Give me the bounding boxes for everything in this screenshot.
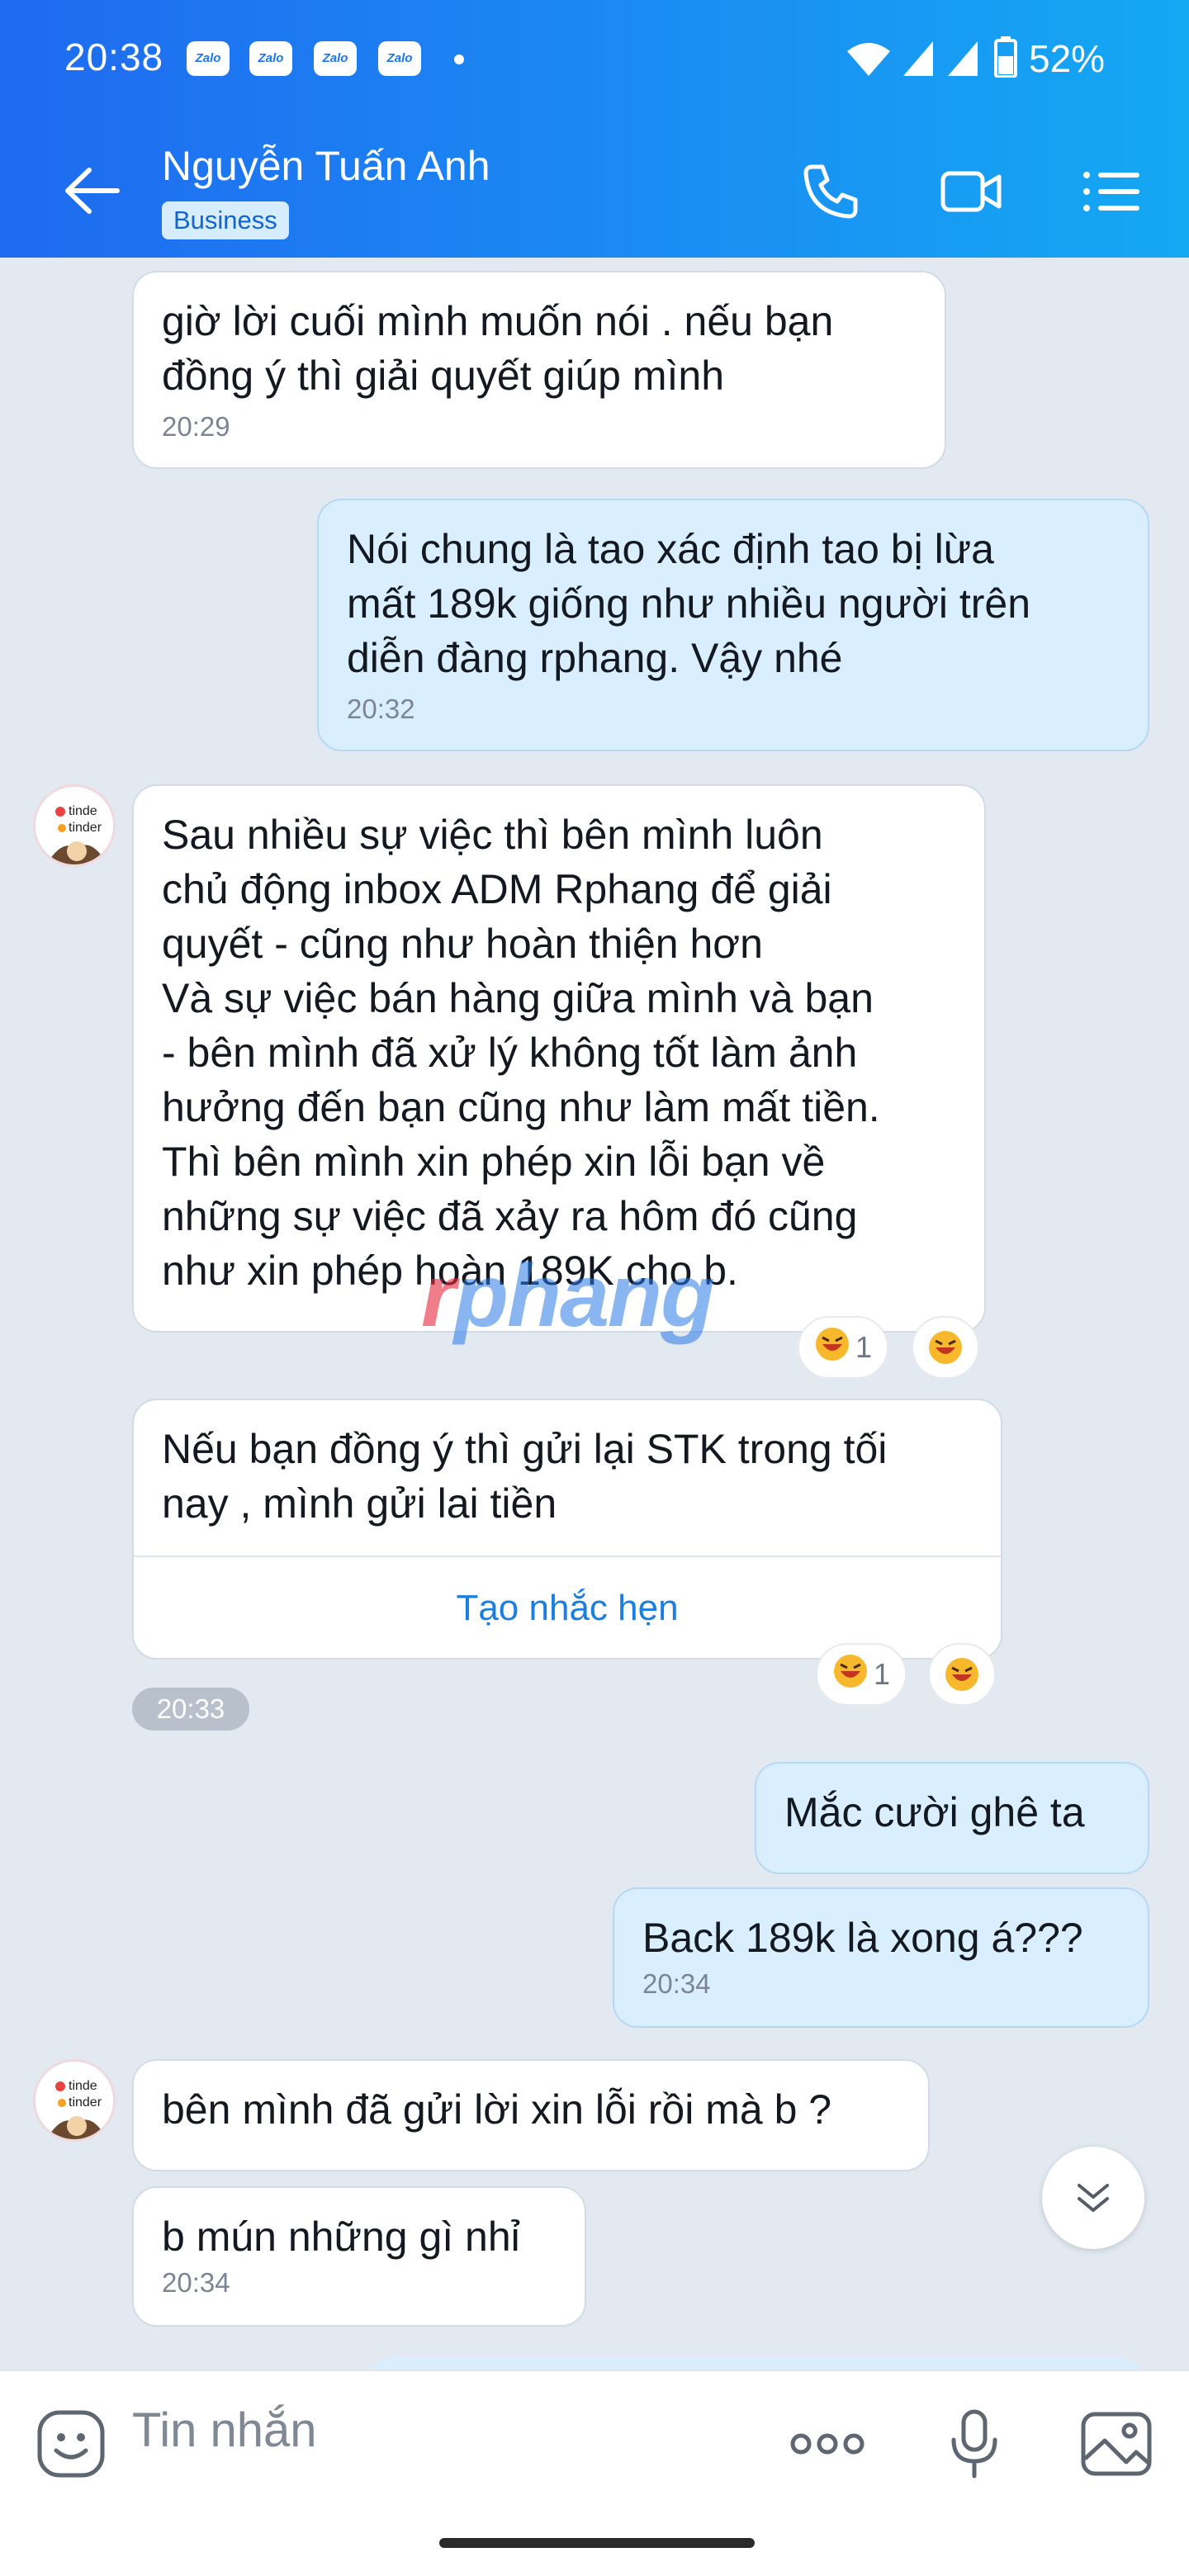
- chat-header: 20:38 Zalo Zalo Zalo Zalo 52% Nguyễn Tuấ…: [0, 0, 1189, 258]
- avatar-label: tinde: [69, 804, 97, 818]
- create-reminder-label: Tạo nhắc hẹn: [456, 1588, 679, 1628]
- message-text: b mún những gì nhỉ: [162, 2214, 520, 2260]
- video-call-icon: [940, 171, 1002, 212]
- battery-icon: [994, 36, 1017, 78]
- avatar-image: tinde tinder: [36, 2062, 113, 2139]
- outgoing-message[interactable]: Mắc cười ghê ta: [755, 1762, 1149, 1874]
- video-call-button[interactable]: [938, 159, 1004, 225]
- call-button[interactable]: [798, 159, 864, 225]
- zalo-notification-icon: Zalo: [314, 41, 357, 76]
- add-reaction-button[interactable]: [928, 1643, 996, 1706]
- wifi-icon: [847, 43, 890, 76]
- business-badge: Business: [162, 201, 289, 239]
- avatar-label: tinder: [69, 2095, 102, 2110]
- emoji-icon: [37, 2410, 105, 2478]
- voice-message-button[interactable]: [936, 2406, 1012, 2482]
- incoming-message[interactable]: giờ lời cuối mình muốn nói . nếu bạn đồn…: [132, 271, 946, 469]
- message-text: Sau nhiều sự việc thì bên mình luôn chủ …: [162, 812, 880, 1294]
- incoming-message-with-action[interactable]: Nếu bạn đồng ý thì gửi lại STK trong tối…: [132, 1399, 1002, 1660]
- more-icon: [790, 2433, 865, 2455]
- battery-percentage: 52%: [1029, 37, 1106, 80]
- message-time: 20:34: [162, 2267, 230, 2298]
- message-input[interactable]: Tin nhắn: [132, 2403, 317, 2458]
- avatar-image: tinde tinder: [36, 787, 113, 864]
- emoji-button[interactable]: [33, 2406, 109, 2482]
- message-time: 20:29: [162, 411, 230, 442]
- image-icon: [1081, 2412, 1152, 2476]
- reaction-summary[interactable]: 1: [816, 1643, 907, 1706]
- add-reaction-button[interactable]: [912, 1316, 979, 1379]
- message-time: 20:34: [642, 1968, 711, 1999]
- reaction-count: 1: [873, 1657, 891, 1691]
- message-text: bên mình đã gửi lời xin lỗi rồi mà b ?: [162, 2086, 832, 2133]
- zalo-notification-icon: Zalo: [249, 41, 292, 76]
- more-notifications-dot: [454, 54, 464, 64]
- status-time: 20:38: [64, 36, 164, 78]
- scroll-to-bottom-button[interactable]: [1042, 2147, 1144, 2249]
- incoming-message[interactable]: b mún những gì nhỉ 20:34: [132, 2186, 586, 2327]
- status-bar: 20:38 Zalo Zalo Zalo Zalo 52%: [0, 0, 1189, 119]
- message-text: giờ lời cuối mình muốn nói . nếu bạn đồn…: [162, 298, 834, 399]
- chat-menu-button[interactable]: [1078, 159, 1144, 225]
- timestamp-pill: 20:33: [132, 1688, 249, 1731]
- zalo-notification-icon: Zalo: [378, 41, 421, 76]
- send-image-button[interactable]: [1078, 2406, 1154, 2482]
- message-text: Nếu bạn đồng ý thì gửi lại STK trong tối…: [162, 1426, 888, 1527]
- reaction-summary[interactable]: 1: [798, 1316, 888, 1379]
- scroll-down-icon: [1078, 2184, 1109, 2212]
- incoming-message[interactable]: bên mình đã gửi lời xin lỗi rồi mà b ?: [132, 2059, 930, 2171]
- zalo-notification-icon: Zalo: [187, 41, 230, 76]
- voice-icon: [951, 2409, 997, 2479]
- laugh-reaction-icon: [945, 1658, 978, 1691]
- contact-name[interactable]: Nguyễn Tuấn Anh: [162, 142, 490, 190]
- outgoing-message[interactable]: Back 189k là xong á??? 20:34: [613, 1887, 1149, 2028]
- rphang-watermark: rphang: [421, 1245, 715, 1345]
- message-time: 20:32: [347, 694, 415, 724]
- laugh-reaction-icon: [832, 1653, 869, 1697]
- back-arrow-icon: [65, 168, 120, 214]
- message-text: Mắc cười ghê ta: [784, 1789, 1085, 1835]
- laugh-reaction-icon: [929, 1331, 962, 1364]
- reaction-count: 1: [855, 1330, 873, 1364]
- laugh-reaction-icon: [814, 1326, 850, 1370]
- message-text: Back 189k là xong á???: [642, 1915, 1083, 1961]
- more-options-button[interactable]: [789, 2406, 865, 2482]
- message-text: Nói chung là tao xác định tao bị lừa mất…: [347, 526, 1031, 681]
- phone-icon: [803, 164, 858, 219]
- contact-avatar[interactable]: tinde tinder: [33, 2059, 116, 2142]
- avatar-label: tinde: [69, 2079, 97, 2093]
- message-input-bar: Tin nhắn: [0, 2370, 1189, 2576]
- avatar-label: tinder: [69, 821, 102, 835]
- signal-icon: [903, 41, 933, 76]
- home-indicator[interactable]: [439, 2538, 755, 2548]
- menu-icon: [1083, 172, 1139, 211]
- back-button[interactable]: [59, 162, 126, 220]
- outgoing-message[interactable]: Nói chung là tao xác định tao bị lừa mất…: [317, 499, 1149, 751]
- contact-avatar[interactable]: tinde tinder: [33, 784, 116, 867]
- signal-icon: [948, 41, 978, 76]
